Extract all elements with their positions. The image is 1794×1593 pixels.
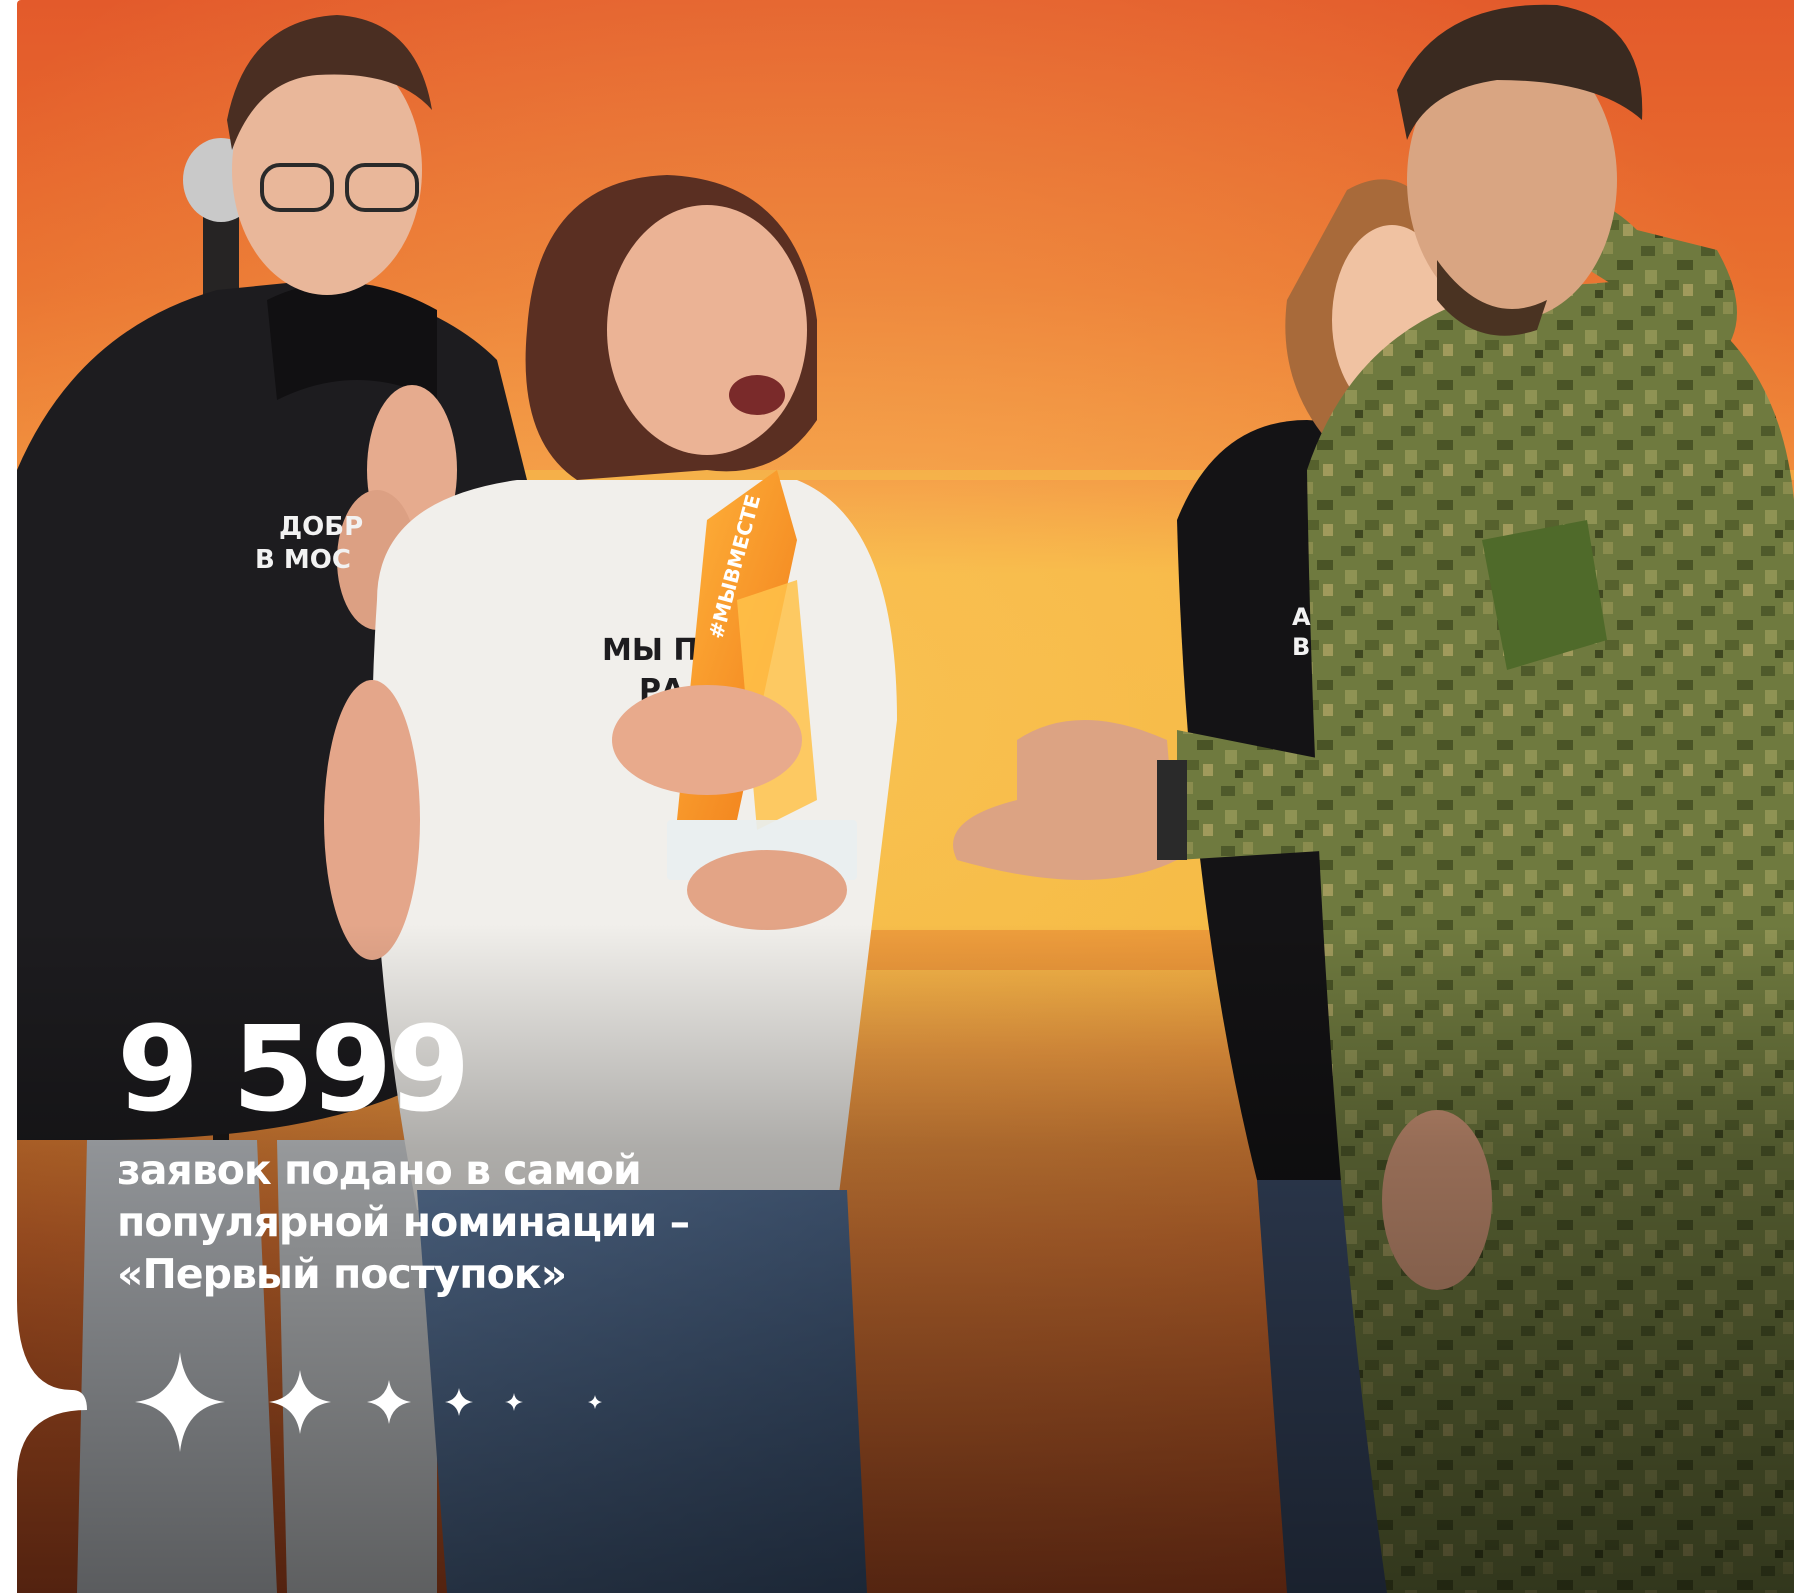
stat-caption-line-1: заявок подано в самой [117,1146,642,1194]
stat-caption: заявок подано в самой популярной номинац… [117,1144,877,1300]
svg-text:ДОБР: ДОБР [279,512,363,542]
stat-number: 9 599 [117,1000,471,1138]
stat-overlay: 9 599 заявок подано в самой популярной н… [117,1010,877,1300]
sparkle-icon [505,1393,523,1411]
image-card: ДОБР В МОС МЫ ПО РА #МЫВМЕСТЕ АНИТ ВЕТО [17,0,1794,1593]
svg-text:В МОС: В МОС [255,545,351,575]
sparkles-row [135,1352,602,1452]
sparkle-icon [445,1388,473,1416]
sparkle-icon [367,1380,411,1424]
sparkle-icon [588,1395,602,1409]
stat-caption-line-2: популярной номинации – [117,1198,690,1246]
sparkle-icon [269,1370,331,1434]
stat-caption-line-3: «Первый поступок» [117,1250,567,1298]
sparkle-icon [135,1352,225,1452]
